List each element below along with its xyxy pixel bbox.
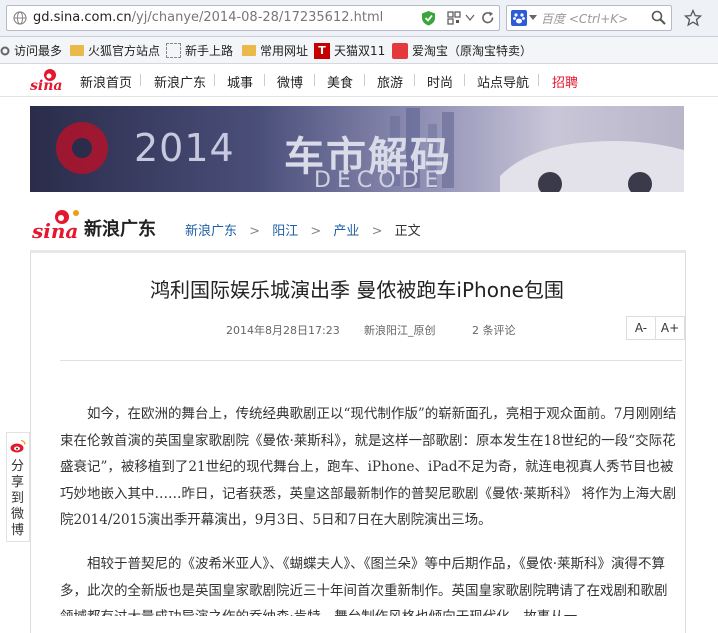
- sina-top-nav: sina 新浪首页 新浪广东 城事 微博 美食 旅游 时尚 站点导航 招聘: [0, 64, 718, 97]
- nav-logo-text: sina: [30, 78, 62, 92]
- channel-name[interactable]: 新浪广东: [84, 215, 156, 241]
- nav-food[interactable]: 美食: [327, 72, 353, 91]
- share-label: 分享到微博: [11, 459, 25, 538]
- article-paragraph-1: 如今，在欧洲的舞台上，传统经典歌剧正以“现代制作版”的崭新面孔，亮相于观众面前。…: [60, 406, 677, 528]
- gear-icon: [0, 46, 10, 55]
- nav-city[interactable]: 城事: [227, 72, 253, 91]
- bookmark-getting-started[interactable]: 新手上路: [166, 42, 233, 59]
- bookmark-label: 天猫双11: [334, 44, 386, 58]
- header-logo-text: sina: [32, 219, 78, 242]
- bookmark-aitaobao[interactable]: 爱淘宝（原淘宝特卖）: [392, 42, 532, 59]
- reload-icon[interactable]: [481, 10, 495, 26]
- divider: [314, 74, 315, 86]
- banner-subtitle: DECODE: [314, 168, 445, 192]
- nav-weibo[interactable]: 微博: [277, 72, 303, 91]
- baidu-paw-icon[interactable]: [511, 10, 527, 26]
- breadcrumb-sep: >: [310, 224, 322, 239]
- nav-site-guide[interactable]: 站点导航: [477, 72, 529, 91]
- breadcrumb-yangjiang[interactable]: 阳江: [272, 224, 298, 239]
- breadcrumb-sep: >: [249, 224, 261, 239]
- nav-sina-guangdong[interactable]: 新浪广东: [154, 72, 206, 91]
- nav-fashion[interactable]: 时尚: [427, 72, 453, 91]
- divider: [464, 74, 465, 86]
- article-title: 鸿利国际娱乐城演出季 曼侬被跑车iPhone包围: [150, 278, 564, 302]
- folder-icon: [242, 45, 256, 56]
- nav-travel[interactable]: 旅游: [377, 72, 403, 91]
- bookmarks-toolbar: 访问最多 火狐官方站点 新手上路 常用网址 T 天猫双11 爱淘宝（原淘宝特卖）: [0, 37, 718, 64]
- url-text: gd.sina.com.cn/yj/chanye/2014-08-28/1723…: [33, 10, 383, 25]
- dropdown-arrow-icon[interactable]: [465, 14, 475, 22]
- breadcrumb-sep: >: [371, 224, 383, 239]
- bookmark-common-sites[interactable]: 常用网址: [242, 42, 308, 59]
- ad-banner[interactable]: 2014 车市解码 DECODE: [30, 106, 684, 192]
- globe-icon: [13, 11, 27, 25]
- address-bar[interactable]: gd.sina.com.cn/yj/chanye/2014-08-28/1723…: [6, 5, 500, 31]
- article-paragraph-2: 相较于普契尼的《波希米亚人》、《蝴蝶夫人》、《图兰朵》等中后期作品，《曼侬·莱斯…: [60, 556, 668, 616]
- bookmark-label: 访问最多: [14, 44, 63, 58]
- article-source[interactable]: 新浪阳江_原创: [364, 322, 436, 338]
- bookmark-label: 常用网址: [260, 44, 309, 58]
- nav-sina-home[interactable]: 新浪首页: [80, 72, 132, 91]
- bookmark-most-visited[interactable]: 访问最多: [0, 42, 62, 59]
- url-domain: gd.sina.com.cn: [33, 10, 132, 25]
- divider: [214, 74, 215, 86]
- bookmark-label: 火狐官方站点: [88, 44, 161, 58]
- font-smaller-button[interactable]: A-: [626, 316, 656, 340]
- bookmark-label: 爱淘宝（原淘宝特卖）: [412, 44, 533, 58]
- divider: [414, 74, 415, 86]
- search-box[interactable]: 百度 <Ctrl+K>: [506, 5, 672, 31]
- shield-icon[interactable]: [421, 10, 436, 26]
- bookmark-label: 新手上路: [185, 44, 234, 58]
- divider: [538, 74, 539, 86]
- divider: [264, 74, 265, 86]
- search-placeholder: 百度 <Ctrl+K>: [541, 12, 629, 26]
- qr-code-icon[interactable]: [447, 11, 461, 25]
- channel-header: sina 新浪广东 新浪广东 > 阳江 > 产业 > 正文: [30, 204, 684, 250]
- url-path: /yj/chanye/2014-08-28/17235612.html: [131, 10, 384, 25]
- tmall-icon: T: [314, 42, 330, 59]
- breadcrumb-industry[interactable]: 产业: [333, 224, 359, 239]
- sina-eye-logo-icon[interactable]: sina: [30, 66, 62, 92]
- search-icon[interactable]: [651, 10, 666, 25]
- font-larger-button[interactable]: A+: [655, 316, 685, 340]
- bookmark-firefox[interactable]: 火狐官方站点: [70, 42, 160, 59]
- folder-icon: [70, 45, 84, 56]
- breadcrumb-current: 正文: [394, 224, 421, 239]
- article-comments[interactable]: 2 条评论: [472, 322, 516, 338]
- sina-logo-icon[interactable]: sina: [32, 208, 88, 242]
- engine-dropdown-icon[interactable]: [529, 15, 537, 21]
- divider: [364, 74, 365, 86]
- bookmark-star-icon[interactable]: [684, 9, 702, 27]
- page-icon: [166, 43, 181, 58]
- share-to-weibo-button[interactable]: 分享到微博: [6, 432, 30, 542]
- nav-jobs[interactable]: 招聘: [552, 72, 578, 91]
- breadcrumb-guangdong[interactable]: 新浪广东: [185, 224, 237, 239]
- article-date: 2014年8月28日17:23: [226, 324, 340, 337]
- car-silhouette: [500, 141, 684, 192]
- bookmark-tmall[interactable]: T 天猫双11: [314, 42, 385, 59]
- aitaobao-icon: [392, 42, 408, 59]
- weibo-icon: [10, 439, 26, 453]
- divider: [60, 360, 682, 361]
- breadcrumb: 新浪广东 > 阳江 > 产业 > 正文: [185, 220, 421, 239]
- divider: [140, 74, 141, 86]
- browser-toolbar: gd.sina.com.cn/yj/chanye/2014-08-28/1723…: [0, 0, 718, 37]
- banner-year: 2014: [134, 126, 235, 170]
